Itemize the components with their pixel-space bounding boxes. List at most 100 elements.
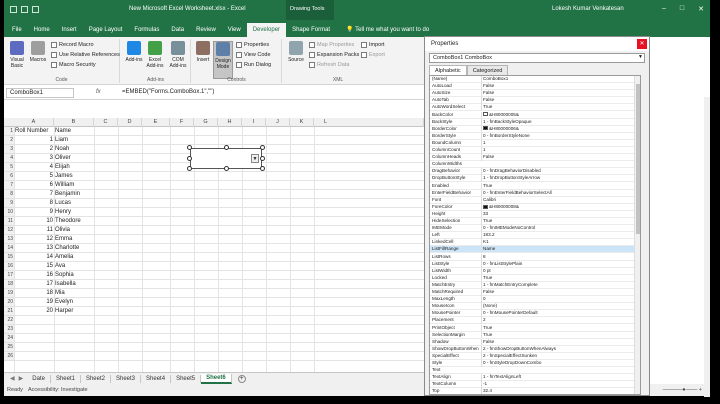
property-row[interactable]: Enabled True	[430, 182, 640, 190]
property-value[interactable]: 0 - fmStyleDropDownCombo	[481, 360, 638, 367]
property-value[interactable]: True	[481, 331, 638, 339]
property-value[interactable]: 1	[481, 139, 638, 147]
row-header[interactable]: 4	[4, 154, 14, 163]
property-value[interactable]: True	[481, 104, 638, 111]
property-row[interactable]: Top 32.4	[430, 388, 640, 394]
row-header[interactable]: 9	[4, 199, 14, 208]
property-row[interactable]: Placement 2	[430, 317, 640, 325]
property-value[interactable]: False	[481, 90, 638, 97]
property-row[interactable]: TextColumn -1	[430, 381, 640, 389]
column-header-e[interactable]: E	[142, 118, 170, 127]
property-value[interactable]: ComboBox1	[481, 76, 638, 83]
cell-name[interactable]: Olivia	[55, 226, 70, 235]
property-row[interactable]: DropButtonStyle 1 - fmDropButtonStyleArro…	[430, 175, 640, 183]
chevron-down-icon[interactable]: ▼	[251, 154, 259, 163]
resize-handle[interactable]	[260, 145, 265, 150]
column-header-f[interactable]: F	[170, 118, 194, 127]
property-row[interactable]: Locked True	[430, 274, 640, 282]
property-row[interactable]: ColumnHeads False	[430, 154, 640, 162]
row-header[interactable]: 10	[4, 208, 14, 217]
cell-a1[interactable]: Roll Number	[15, 127, 54, 136]
row-header[interactable]: 6	[4, 172, 14, 181]
property-row[interactable]: MousePointer 0 - fmMousePointerDefault	[430, 310, 640, 318]
property-row[interactable]: ListWidth 0 pt	[430, 267, 640, 275]
property-value[interactable]: Calibri	[481, 196, 638, 204]
cell-name[interactable]: Charlotte	[55, 244, 79, 253]
property-value[interactable]: 1 - fmTextAlignLeft	[481, 374, 638, 381]
column-header-b[interactable]: B	[54, 118, 94, 127]
tab-home[interactable]: Home	[28, 23, 56, 37]
property-row[interactable]: BackColor &H80000005&	[430, 111, 640, 119]
zoom-controls[interactable]: ─────●─── +	[663, 387, 702, 393]
add-sheet-icon[interactable]: +	[237, 374, 246, 383]
property-row[interactable]: ColumnWidths	[430, 161, 640, 169]
resize-handle[interactable]	[260, 156, 265, 161]
property-value[interactable]: False	[481, 154, 638, 161]
property-row[interactable]: AutoSize False	[430, 90, 640, 98]
row-header[interactable]: 22	[4, 316, 14, 325]
property-row[interactable]: MaxLength 0	[430, 296, 640, 304]
row-header[interactable]: 14	[4, 244, 14, 253]
vertical-scrollbar[interactable]	[704, 97, 710, 397]
property-value[interactable]: False	[481, 289, 638, 296]
property-row[interactable]: MouseIcon (None)	[430, 303, 640, 311]
resize-handle[interactable]	[224, 145, 229, 150]
property-row[interactable]: DragBehavior 0 - fmDragBehaviorDisabled	[430, 168, 640, 176]
fx-icon[interactable]: fx	[96, 89, 101, 95]
cell-name[interactable]: William	[55, 181, 74, 190]
property-row[interactable]: ShowDropButtonWhen 2 - fmShowDropButtonWh…	[430, 345, 640, 353]
property-row[interactable]: SpecialEffect 2 - fmSpecialEffectSunken	[430, 352, 640, 360]
sheet-tab-date[interactable]: Date	[27, 374, 51, 383]
cell-roll-number[interactable]: 5	[15, 172, 53, 181]
column-header-d[interactable]: D	[118, 118, 142, 127]
row-header[interactable]: 25	[4, 343, 14, 352]
property-value[interactable]: -1	[481, 381, 638, 388]
property-value[interactable]: 2	[481, 317, 638, 324]
property-row[interactable]: AutoLoad False	[430, 83, 640, 91]
property-value[interactable]: 0	[481, 296, 638, 303]
source-button[interactable]: Source	[286, 41, 306, 63]
user-name[interactable]: Lokesh Kumar Venkatesan	[552, 6, 624, 12]
property-value[interactable]: K1	[481, 239, 638, 246]
cell-name[interactable]: Liam	[55, 136, 68, 145]
property-value[interactable]: 33	[481, 210, 638, 218]
row-header[interactable]: 17	[4, 271, 14, 280]
cell-roll-number[interactable]: 2	[15, 145, 53, 154]
property-value[interactable]: &H80000008&	[481, 203, 638, 211]
column-header-k[interactable]: K	[290, 118, 314, 127]
cell-roll-number[interactable]: 13	[15, 244, 53, 253]
property-row[interactable]: ListFillRange Name	[430, 246, 640, 254]
excel-add-ins-button[interactable]: Excel Add-ins	[145, 41, 165, 69]
cell-name[interactable]: Sophia	[55, 271, 74, 280]
property-value[interactable]: False	[481, 338, 638, 346]
row-header[interactable]: 19	[4, 289, 14, 298]
minimize-button[interactable]: –	[662, 5, 666, 13]
accessibility-status[interactable]: Accessibility: Investigate	[28, 387, 88, 393]
property-row[interactable]: TextAlign 1 - fmTextAlignLeft	[430, 374, 640, 382]
macro-security-button[interactable]: Macro Security	[51, 62, 96, 68]
cell-name[interactable]: Emma	[55, 235, 72, 244]
cell-name[interactable]: Harper	[55, 307, 73, 316]
row-header[interactable]: 7	[4, 181, 14, 190]
property-row[interactable]: BackStyle 1 - fmBackStyleOpaque	[430, 118, 640, 126]
visual-basic-button[interactable]: Visual Basic	[8, 41, 26, 69]
resize-handle[interactable]	[224, 166, 229, 171]
cell-roll-number[interactable]: 19	[15, 298, 53, 307]
tell-me-search[interactable]: 💡 Tell me what you want to do	[340, 22, 435, 37]
property-row[interactable]: Style 0 - fmStyleDropDownCombo	[430, 360, 640, 368]
row-header[interactable]: 20	[4, 298, 14, 307]
sheet-nav-right-icon[interactable]: ▶	[19, 375, 24, 382]
row-header[interactable]: 24	[4, 334, 14, 343]
resize-handle[interactable]	[187, 145, 192, 150]
column-header-a[interactable]: A	[14, 118, 54, 127]
property-value[interactable]: (None)	[481, 303, 638, 310]
properties-close-button[interactable]: ✕	[637, 39, 647, 49]
property-row[interactable]: LinkedCell K1	[430, 239, 640, 247]
cell-name[interactable]: Evelyn	[55, 298, 73, 307]
property-value[interactable]: 0 - fmBorderStyleNone	[481, 132, 638, 140]
cell-name[interactable]: James	[55, 172, 73, 181]
refresh-data-button[interactable]: Refresh Data	[309, 62, 349, 68]
column-header-h[interactable]: H	[218, 118, 242, 127]
property-value[interactable]: 0 - fmListStylePlain	[481, 260, 638, 268]
cell-name[interactable]: Mia	[55, 289, 65, 298]
